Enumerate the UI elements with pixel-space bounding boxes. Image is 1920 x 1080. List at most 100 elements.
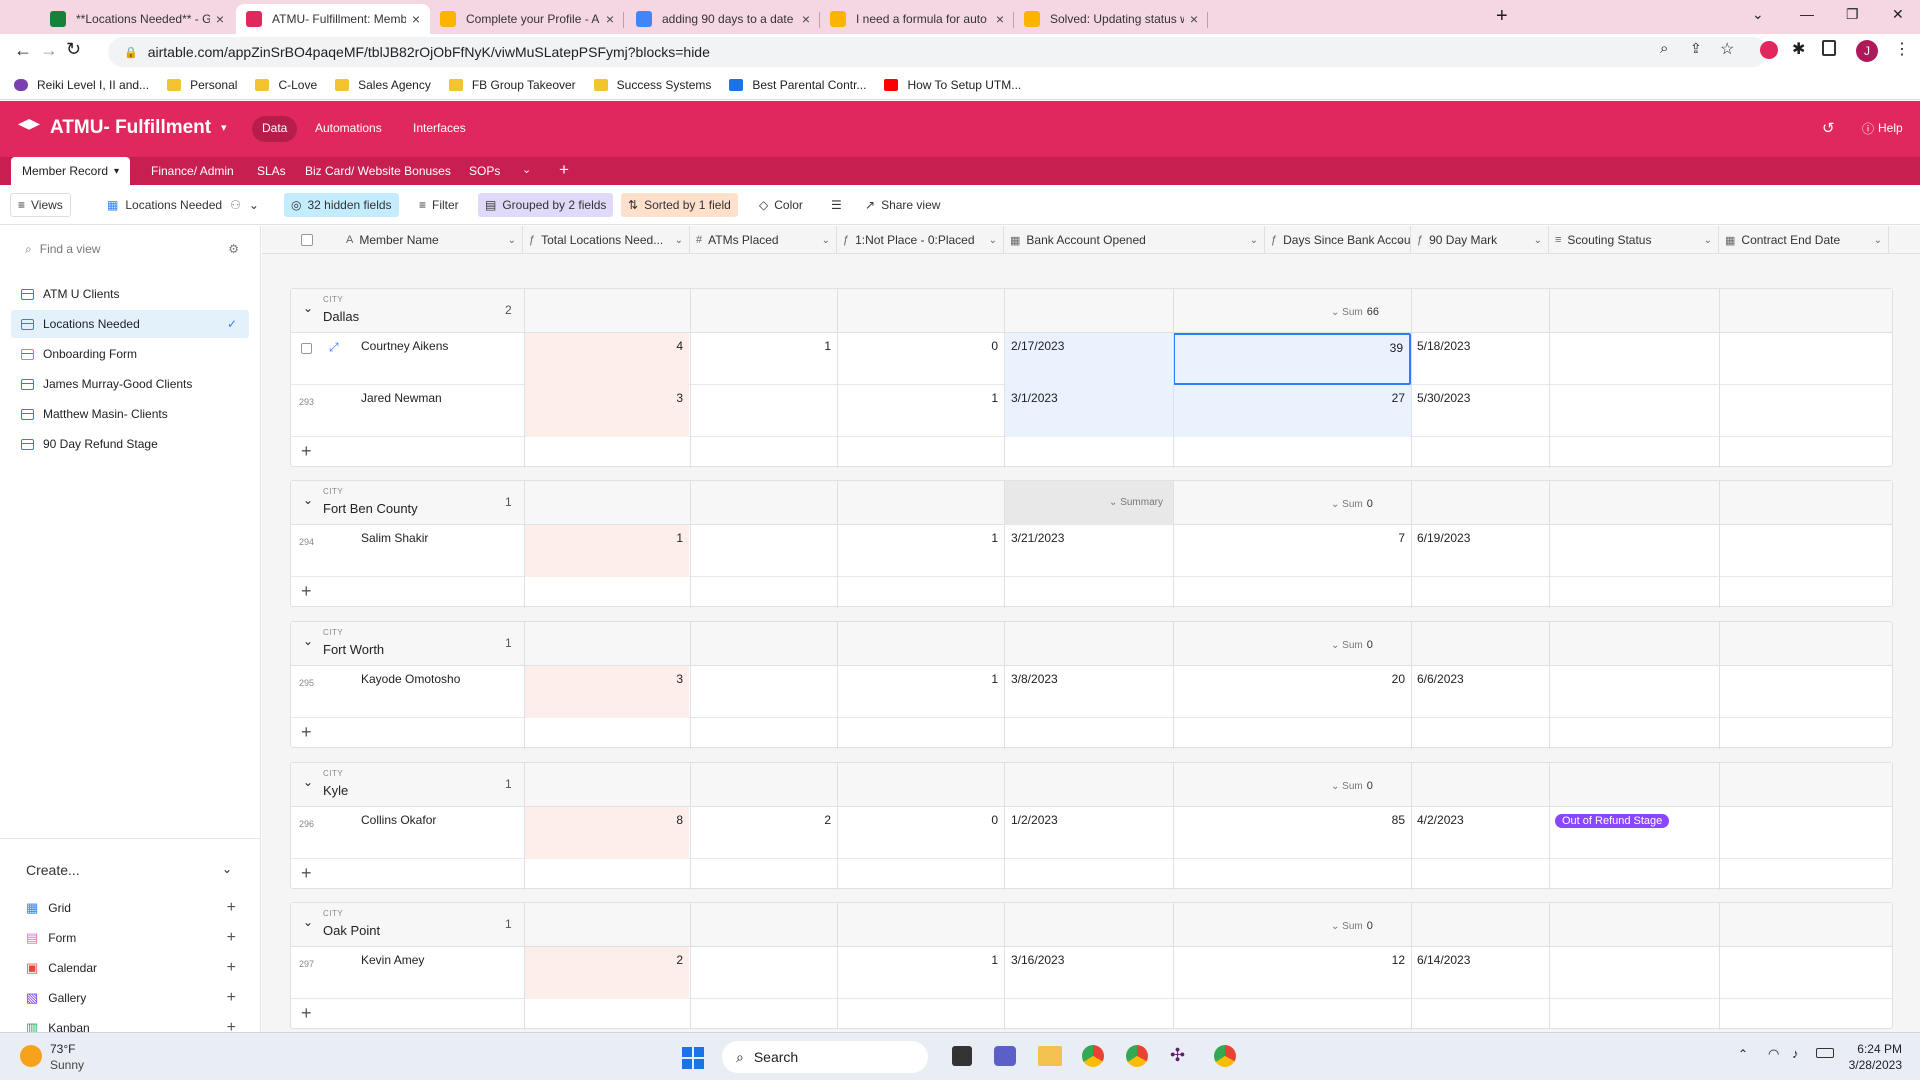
url-bar[interactable]: 🔒 airtable.com/appZinSrBO4paqeMF/tblJB82…	[108, 37, 1768, 67]
browser-tab[interactable]: I need a formula for auto populate ×	[820, 4, 1014, 34]
column-header[interactable]: ƒ 1:Not Place - 0:Placed ⌄	[837, 226, 1004, 254]
member-name-cell[interactable]: Salim Shakir	[355, 525, 523, 577]
not-placed-flag-cell[interactable]: 1	[838, 947, 1004, 999]
total-locations-cell[interactable]: 2	[524, 947, 689, 999]
scouting-status-cell[interactable]: Out of Refund Stage	[1549, 807, 1719, 859]
bookmark-item[interactable]: Reiki Level I, II and...	[14, 78, 149, 92]
tray-chevron-icon[interactable]: ⌃	[1738, 1047, 1748, 1061]
scouting-status-cell[interactable]	[1549, 333, 1719, 385]
bookmark-item[interactable]: Sales Agency	[335, 78, 431, 92]
chevron-down-icon[interactable]: ⌄	[303, 301, 313, 315]
member-name-cell[interactable]: Kayode Omotosho	[355, 666, 523, 718]
group-header[interactable]: ⌄ CITY Oak Point 1 ⌄ Sum 0	[291, 903, 1892, 947]
close-window-icon[interactable]: ✕	[1892, 6, 1904, 23]
close-icon[interactable]: ×	[216, 11, 224, 27]
close-icon[interactable]: ×	[1190, 11, 1198, 27]
sidebar-view-item[interactable]: Onboarding Form	[11, 340, 249, 368]
sidebar-view-item[interactable]: James Murray-Good Clients	[11, 370, 249, 398]
not-placed-flag-cell[interactable]: 0	[838, 333, 1004, 385]
browser-tab[interactable]: ATMU- Fulfillment: Member Record ×	[236, 4, 430, 34]
ninety-day-mark-cell[interactable]: 6/14/2023	[1411, 947, 1549, 999]
row-height-button[interactable]: ☰	[824, 193, 849, 217]
group-button[interactable]: ▤ Grouped by 2 fields	[478, 193, 614, 217]
summary-cell[interactable]: ⌄ Summary	[1005, 481, 1173, 525]
browser-tab[interactable]: adding 90 days to a date in airtable ×	[626, 4, 820, 34]
atms-placed-cell[interactable]	[691, 525, 837, 577]
bank-opened-cell[interactable]: 3/16/2023	[1005, 947, 1173, 999]
create-grid[interactable]: ▦ Grid +	[26, 896, 236, 920]
days-since-cell[interactable]: 20	[1173, 666, 1411, 718]
column-header[interactable]: ƒ Total Locations Need... ⌄	[523, 226, 690, 254]
nav-data[interactable]: Data	[252, 116, 298, 142]
chevron-down-icon[interactable]: ⌄	[822, 235, 830, 246]
taskbar-search[interactable]: ⌕ Search	[722, 1041, 928, 1073]
atms-placed-cell[interactable]: 2	[691, 807, 837, 859]
add-record-button[interactable]: +	[291, 437, 1892, 468]
bookmark-item[interactable]: FB Group Takeover	[448, 78, 576, 92]
group-sum[interactable]: ⌄ Sum 66	[1331, 306, 1379, 318]
chevron-down-icon[interactable]: ⌄	[1534, 235, 1542, 246]
chevron-down-icon[interactable]: ⌄	[1704, 235, 1712, 246]
slack-icon[interactable]: ✣	[1170, 1045, 1192, 1067]
not-placed-flag-cell[interactable]: 0	[838, 807, 1004, 859]
scouting-status-cell[interactable]	[1549, 666, 1719, 718]
sidebar-view-item[interactable]: ATM U Clients	[11, 280, 249, 308]
total-locations-cell[interactable]: 4	[524, 333, 689, 385]
nav-interfaces[interactable]: Interfaces	[413, 121, 466, 135]
days-since-cell[interactable]: 12	[1173, 947, 1411, 999]
column-header[interactable]: A Member Name ⌄	[340, 226, 523, 254]
chevron-down-icon[interactable]: ⌄	[303, 915, 313, 929]
windows-start-icon[interactable]	[682, 1047, 704, 1069]
total-locations-cell[interactable]: 8	[524, 807, 689, 859]
plus-icon[interactable]: +	[227, 959, 236, 977]
back-icon[interactable]: ←	[14, 40, 32, 61]
create-heading[interactable]: Create...	[26, 862, 80, 878]
chevron-down-icon[interactable]: ⌄	[303, 775, 313, 789]
plus-icon[interactable]: +	[227, 989, 236, 1007]
maximize-icon[interactable]: ❐	[1846, 6, 1859, 23]
create-calendar[interactable]: ▣ Calendar +	[26, 956, 236, 980]
table-row[interactable]: 295 Kayode Omotosho 3 1 3/8/2023 20 6/6/2023	[291, 666, 1892, 718]
atms-placed-cell[interactable]	[691, 385, 837, 437]
hidden-fields-button[interactable]: ◎ 32 hidden fields	[284, 193, 399, 217]
chevron-down-icon[interactable]: ⌄	[1396, 235, 1404, 246]
task-view-icon[interactable]	[952, 1046, 972, 1066]
help-icon[interactable]: ⓘ	[1862, 120, 1874, 137]
total-locations-cell[interactable]: 3	[524, 666, 689, 718]
weather-sun-icon[interactable]	[20, 1045, 42, 1067]
puzzle-icon[interactable]: ✱	[1792, 39, 1805, 59]
plus-icon[interactable]: +	[227, 899, 236, 917]
views-toggle-button[interactable]: ≡ Views	[10, 193, 71, 217]
sidebar-view-item[interactable]: Matthew Masin- Clients	[11, 400, 249, 428]
filter-button[interactable]: ≡ Filter	[412, 193, 466, 217]
add-record-button[interactable]: +	[291, 999, 1892, 1030]
group-header[interactable]: ⌄ CITY Fort Worth 1 ⌄ Sum 0	[291, 622, 1892, 666]
add-record-button[interactable]: +	[291, 718, 1892, 749]
bookmark-item[interactable]: Success Systems	[593, 78, 711, 92]
new-tab-icon[interactable]: +	[1496, 5, 1508, 28]
days-since-cell[interactable]: 85	[1173, 807, 1411, 859]
group-header[interactable]: ⌄ CITY Dallas 2 ⌄ Sum 66	[291, 289, 1892, 333]
table-row[interactable]: 294 Salim Shakir 1 1 3/21/2023 7 6/19/2023	[291, 525, 1892, 577]
not-placed-flag-cell[interactable]: 1	[838, 666, 1004, 718]
history-icon[interactable]: ↺	[1822, 119, 1835, 137]
close-icon[interactable]: ×	[606, 11, 614, 27]
column-header[interactable]: ≡ Scouting Status ⌄	[1549, 226, 1719, 254]
table-row[interactable]: 293 Jared Newman 3 1 3/1/2023 27 5/30/2023	[291, 385, 1892, 437]
volume-icon[interactable]: ♪	[1792, 1046, 1799, 1061]
bookmark-item[interactable]: C-Love	[255, 78, 317, 92]
share-view-button[interactable]: ↗ Share view	[858, 193, 947, 217]
scouting-status-cell[interactable]	[1549, 947, 1719, 999]
scouting-status-cell[interactable]	[1549, 525, 1719, 577]
close-icon[interactable]: ×	[412, 11, 420, 27]
bookmark-item[interactable]: Personal	[167, 78, 237, 92]
group-sum[interactable]: ⌄ Sum 0	[1331, 920, 1373, 932]
file-explorer-icon[interactable]	[1038, 1046, 1062, 1066]
table-row[interactable]: 296 Collins Okafor 8 2 0 1/2/2023 85 4/2/2023 Ou…	[291, 807, 1892, 859]
tab-finance-admin[interactable]: Finance/ Admin	[140, 157, 245, 185]
chrome-active-icon[interactable]	[1214, 1045, 1236, 1067]
chevron-down-icon[interactable]: ⌄	[1752, 6, 1764, 23]
not-placed-flag-cell[interactable]: 1	[838, 385, 1004, 437]
menu-icon[interactable]: ⋮	[1894, 39, 1910, 59]
ninety-day-mark-cell[interactable]: 6/6/2023	[1411, 666, 1549, 718]
